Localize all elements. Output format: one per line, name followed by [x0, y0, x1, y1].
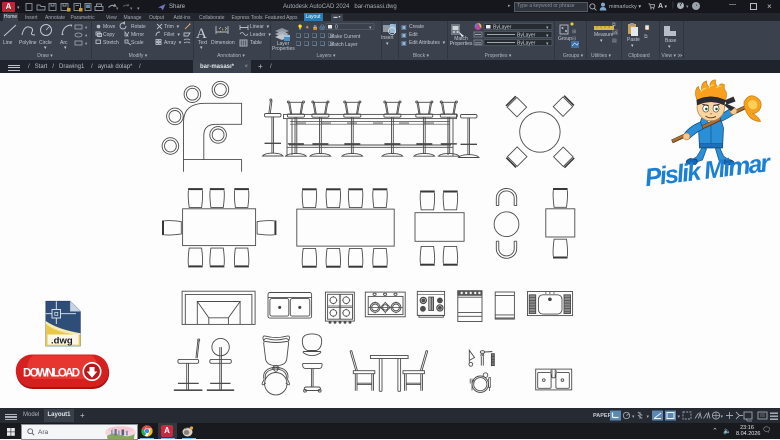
svg-text:📋: 📋 [644, 24, 650, 31]
svg-text:Pislik Mimar: Pislik Mimar [643, 149, 773, 192]
svg-text:▤: ▤ [612, 38, 617, 44]
svg-text:❏: ❏ [320, 41, 326, 48]
svg-text:⊞: ⊞ [572, 29, 576, 35]
svg-text:❏: ❏ [312, 41, 318, 48]
svg-text:🔒: 🔒 [312, 24, 318, 31]
svg-text:▾: ▾ [116, 6, 119, 12]
svg-text:▾: ▾ [85, 33, 88, 38]
svg-text:▾: ▾ [721, 414, 724, 420]
svg-text:☀: ☀ [305, 25, 310, 31]
svg-text:▾: ▾ [85, 41, 88, 46]
svg-text:DOWNLOAD: DOWNLOAD [23, 368, 80, 380]
svg-text:▾: ▾ [85, 25, 88, 30]
svg-text:▾: ▾ [678, 414, 681, 420]
svg-text:💡: 💡 [297, 24, 303, 31]
svg-text:ByLayer: ByLayer [493, 25, 512, 31]
svg-text:▾: ▾ [369, 25, 372, 31]
svg-text:❏: ❏ [320, 33, 326, 40]
svg-text:▾: ▾ [137, 6, 140, 12]
svg-text:❏: ❏ [304, 41, 310, 48]
svg-text:▾: ▾ [632, 414, 635, 420]
svg-text:0: 0 [335, 25, 338, 31]
svg-text:❏: ❏ [304, 33, 310, 40]
svg-text:❏: ❏ [296, 41, 302, 48]
svg-text:▣: ▣ [401, 25, 407, 31]
svg-text:ByLayer: ByLayer [517, 33, 536, 39]
svg-text:⧉: ⧉ [644, 34, 648, 40]
svg-text:🖨: 🖨 [319, 24, 325, 31]
svg-text:▣: ▣ [401, 33, 407, 39]
svg-text:.dwg: .dwg [51, 336, 73, 347]
svg-text:▣: ▣ [401, 41, 407, 47]
svg-text:❏: ❏ [312, 33, 318, 40]
svg-text:❏: ❏ [296, 33, 302, 40]
svg-text:ByLayer: ByLayer [517, 41, 536, 47]
svg-text:▾: ▾ [130, 6, 133, 12]
svg-text:⧉: ⧉ [612, 22, 616, 28]
svg-text:▾: ▾ [647, 414, 650, 420]
